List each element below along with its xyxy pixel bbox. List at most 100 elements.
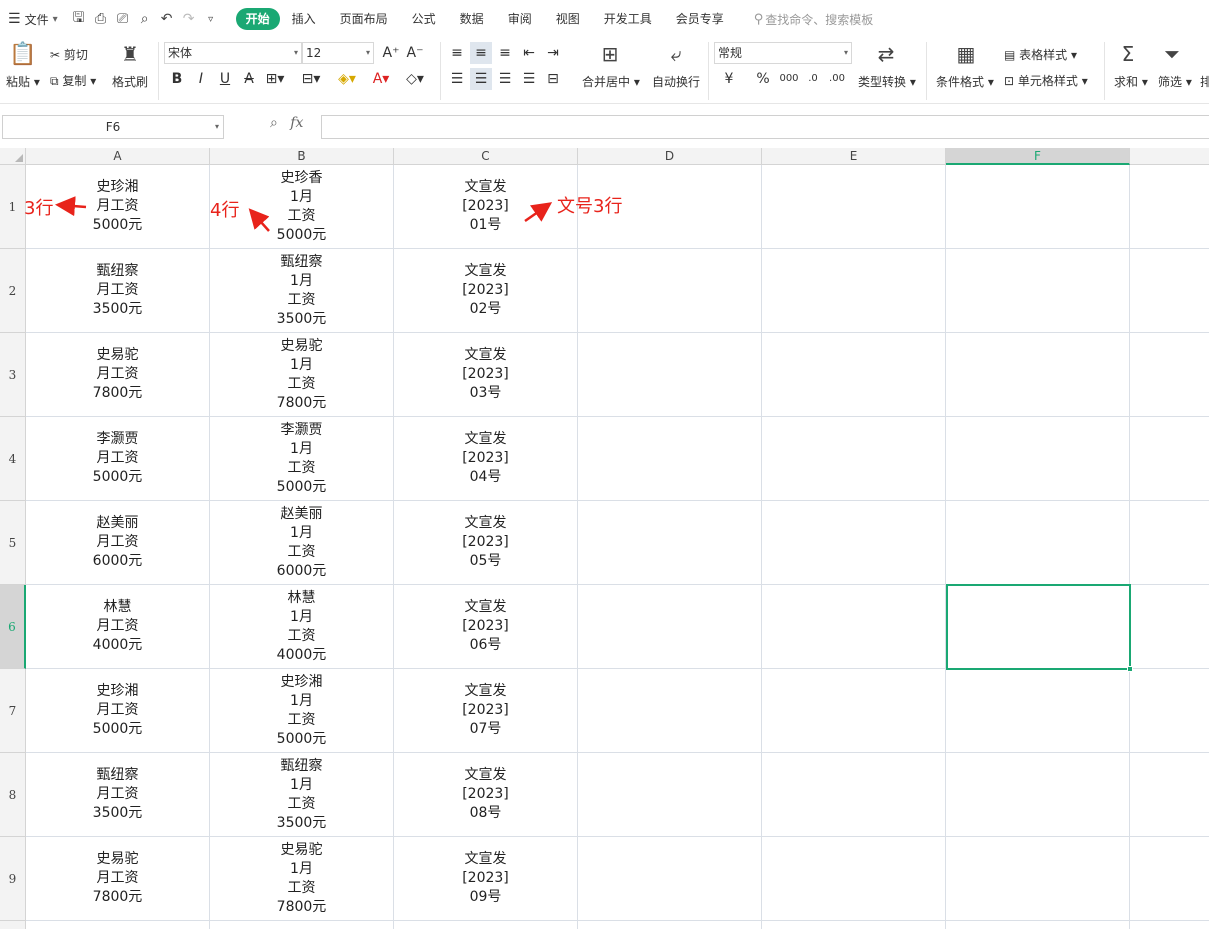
cell[interactable]: [578, 501, 762, 585]
type-convert-icon[interactable]: ⇄: [872, 42, 900, 66]
row-header[interactable]: 3: [0, 333, 26, 417]
cell[interactable]: [762, 837, 946, 921]
thousands-icon[interactable]: 000: [778, 68, 800, 90]
align-top-icon[interactable]: ≡: [446, 42, 468, 64]
cell[interactable]: 李灏贾 1月 工资 5000元: [210, 417, 394, 501]
filter-icon[interactable]: ⏷: [1158, 42, 1186, 66]
paste-button[interactable]: 粘贴 ▾: [6, 73, 40, 90]
currency-icon[interactable]: ¥: [718, 68, 740, 90]
decrease-font-icon[interactable]: A⁻: [404, 42, 426, 64]
cell[interactable]: 文宣发 [2023] 09号: [394, 837, 578, 921]
merge-center-button[interactable]: 合并居中 ▾: [582, 73, 640, 90]
cell[interactable]: [946, 417, 1130, 501]
font-size-select[interactable]: 12 ▾: [302, 42, 374, 64]
cell[interactable]: [762, 669, 946, 753]
merge-center-icon[interactable]: ⊞: [596, 42, 624, 66]
cell[interactable]: [1130, 921, 1209, 929]
cell[interactable]: [578, 249, 762, 333]
cell[interactable]: 赵美丽 月工资 6000元: [26, 501, 210, 585]
column-header[interactable]: B: [210, 148, 394, 165]
increase-decimal-icon[interactable]: .0: [802, 68, 824, 90]
cell[interactable]: [762, 249, 946, 333]
cell[interactable]: 史易驼 月工资 7800元: [26, 333, 210, 417]
cell[interactable]: 甄纽察 月工资 3500元: [26, 249, 210, 333]
sum-icon[interactable]: Σ: [1114, 42, 1142, 66]
number-format-select[interactable]: 常规 ▾: [714, 42, 852, 64]
cell[interactable]: 文宣发 [2023] 05号: [394, 501, 578, 585]
table-style-button[interactable]: ▤ 表格样式 ▾: [1004, 46, 1077, 63]
cell[interactable]: [578, 921, 762, 929]
cell[interactable]: 文宣发 [2023] 02号: [394, 249, 578, 333]
cell[interactable]: [1130, 501, 1209, 585]
fx-icon[interactable]: fx: [290, 115, 303, 131]
tab-6[interactable]: 视图: [544, 8, 592, 30]
paste-icon[interactable]: 📋: [8, 42, 38, 67]
percent-icon[interactable]: %: [752, 68, 774, 90]
cell[interactable]: 李灏贾 月工资 5000元: [26, 417, 210, 501]
column-header[interactable]: A: [26, 148, 210, 165]
filter-button[interactable]: 筛选 ▾: [1158, 73, 1192, 90]
cell[interactable]: [578, 753, 762, 837]
column-header[interactable]: D: [578, 148, 762, 165]
cell[interactable]: [578, 333, 762, 417]
cell[interactable]: [946, 837, 1130, 921]
cell[interactable]: [1130, 249, 1209, 333]
tab-0[interactable]: 开始: [235, 8, 280, 30]
cell[interactable]: [1130, 669, 1209, 753]
cell[interactable]: [578, 417, 762, 501]
cell[interactable]: [578, 837, 762, 921]
row-header[interactable]: 1: [0, 165, 26, 249]
cell[interactable]: [946, 501, 1130, 585]
sum-button[interactable]: 求和 ▾: [1114, 73, 1148, 90]
row-header[interactable]: 8: [0, 753, 26, 837]
cell[interactable]: 文宣发 [2023] 07号: [394, 669, 578, 753]
wrap-text-button[interactable]: 自动换行: [652, 73, 700, 90]
cell[interactable]: [946, 585, 1130, 669]
font-name-select[interactable]: 宋体 ▾: [164, 42, 302, 64]
column-header[interactable]: E: [762, 148, 946, 165]
clear-format-icon[interactable]: ◇▾: [404, 68, 426, 90]
cell[interactable]: [1130, 753, 1209, 837]
align-right-icon[interactable]: ☰: [494, 68, 516, 90]
customize-dropdown-icon[interactable]: ▿: [200, 14, 222, 25]
cell[interactable]: [1130, 837, 1209, 921]
fill-color-icon[interactable]: ◈▾: [336, 68, 358, 90]
cell[interactable]: 林慧 月工资 4000元: [26, 585, 210, 669]
cell[interactable]: [762, 501, 946, 585]
justify-icon[interactable]: ☰: [518, 68, 540, 90]
tab-4[interactable]: 数据: [448, 8, 496, 30]
row-header[interactable]: 9: [0, 837, 26, 921]
cell[interactable]: 史易驼 1月 工资 7800元: [210, 837, 394, 921]
wrap-text-icon[interactable]: ⤶: [662, 42, 690, 66]
cell[interactable]: 文宣发 [2023] 01号: [394, 165, 578, 249]
export-icon[interactable]: ⎙: [90, 11, 112, 27]
cell[interactable]: 文宣发 [2023] 03号: [394, 333, 578, 417]
cell[interactable]: 史易驼 1月 工资 7800元: [210, 333, 394, 417]
undo-icon[interactable]: ↶: [156, 11, 178, 27]
cell[interactable]: 史易驼 月工资 7800元: [26, 837, 210, 921]
cell[interactable]: [1130, 165, 1209, 249]
cell-border-style-icon[interactable]: ⊟▾: [300, 68, 322, 90]
cell[interactable]: [762, 921, 946, 929]
cell[interactable]: 文宣发 [2023] 08号: [394, 753, 578, 837]
increase-font-icon[interactable]: A⁺: [380, 42, 402, 64]
decrease-indent-icon[interactable]: ⇤: [518, 42, 540, 64]
cell[interactable]: [762, 585, 946, 669]
bold-icon[interactable]: B: [166, 68, 188, 90]
cell[interactable]: 文宣发 [2023] 04号: [394, 417, 578, 501]
cell[interactable]: 史珍湘 1月 工资 5000元: [210, 669, 394, 753]
align-bottom-icon[interactable]: ≡: [494, 42, 516, 64]
conditional-format-icon[interactable]: ▦: [952, 42, 980, 66]
font-color-icon[interactable]: A▾: [370, 68, 392, 90]
column-header[interactable]: C: [394, 148, 578, 165]
redo-icon[interactable]: ↷: [178, 11, 200, 27]
format-painter-icon[interactable]: ♜: [118, 42, 142, 66]
column-header[interactable]: [1130, 148, 1209, 165]
italic-icon[interactable]: I: [190, 68, 212, 90]
cell[interactable]: 文宣发 [2023] 06号: [394, 585, 578, 669]
cell[interactable]: [946, 333, 1130, 417]
row-header[interactable]: [0, 921, 26, 929]
file-menu[interactable]: ☰ 文件 ▾: [8, 7, 58, 31]
increase-indent-icon[interactable]: ⇥: [542, 42, 564, 64]
conditional-format-button[interactable]: 条件格式 ▾: [936, 73, 994, 90]
